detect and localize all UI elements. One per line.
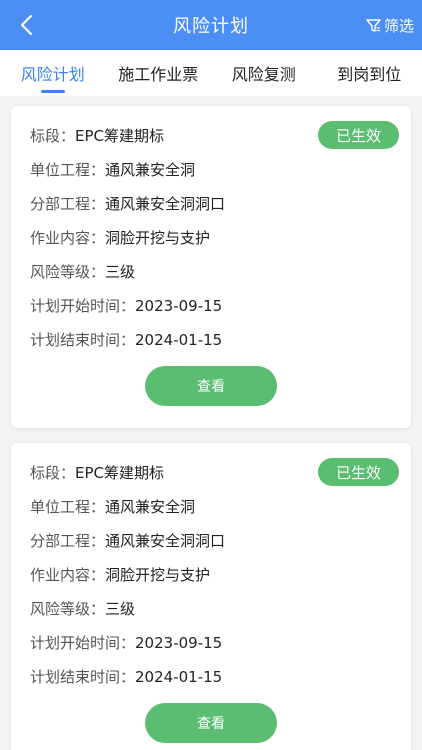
field-label: 计划结束时间： [30,331,136,349]
field-section: 标段：EPC筹建期标 [30,125,164,146]
field-plan-start: 计划开始时间：2023-09-15 [30,295,222,316]
field-label: 分部工程： [30,195,106,213]
field-value: 通风兼安全洞 [105,498,196,516]
page-title: 风险计划 [173,16,249,37]
view-button[interactable]: 查看 [145,366,277,406]
field-label: 计划开始时间： [30,297,136,315]
chevron-left-icon [20,14,33,36]
field-risk-level: 风险等级：三级 [30,598,135,619]
field-sub-project: 分部工程：通风兼安全洞洞口 [30,193,225,214]
app-header: 风险计划 筛选 [0,0,422,50]
field-value: 2023-09-15 [135,297,223,315]
field-label: 风险等级： [30,263,106,281]
field-unit-project: 单位工程：通风兼安全洞 [30,159,195,180]
view-button[interactable]: 查看 [145,703,277,743]
field-value: 通风兼安全洞洞口 [105,195,226,213]
field-value: 三级 [105,600,136,618]
filter-button[interactable]: 筛选 [366,12,414,38]
tab-work-ticket[interactable]: 施工作业票 [106,50,212,96]
field-plan-end: 计划结束时间：2024-01-15 [30,329,222,350]
status-badge: 已生效 [318,121,399,149]
field-value: 2024-01-15 [135,668,223,686]
funnel-icon [366,18,381,32]
field-value: 2023-09-15 [135,634,223,652]
field-label: 标段： [30,464,76,482]
field-plan-end: 计划结束时间：2024-01-15 [30,666,222,687]
field-value: 2024-01-15 [135,331,223,349]
field-unit-project: 单位工程：通风兼安全洞 [30,496,195,517]
field-value: 三级 [105,263,136,281]
field-label: 风险等级： [30,600,106,618]
status-badge: 已生效 [318,458,399,486]
risk-plan-card: 已生效 标段：EPC筹建期标 单位工程：通风兼安全洞 分部工程：通风兼安全洞洞口… [11,443,411,750]
field-label: 标段： [30,127,76,145]
tab-risk-plan[interactable]: 风险计划 [0,50,106,96]
risk-plan-list[interactable]: 已生效 标段：EPC筹建期标 单位工程：通风兼安全洞 分部工程：通风兼安全洞洞口… [0,96,422,750]
field-plan-start: 计划开始时间：2023-09-15 [30,632,222,653]
field-label: 计划开始时间： [30,634,136,652]
field-label: 单位工程： [30,161,106,179]
field-label: 计划结束时间： [30,668,136,686]
field-label: 作业内容： [30,566,106,584]
field-work-content: 作业内容：洞脸开挖与支护 [30,227,210,248]
tab-on-duty[interactable]: 到岗到位 [317,50,422,96]
field-label: 作业内容： [30,229,106,247]
field-sub-project: 分部工程：通风兼安全洞洞口 [30,530,225,551]
tab-risk-retest[interactable]: 风险复测 [211,50,317,96]
field-label: 单位工程： [30,498,106,516]
field-value: 洞脸开挖与支护 [105,229,211,247]
field-value: 通风兼安全洞 [105,161,196,179]
tab-bar: 风险计划 施工作业票 风险复测 到岗到位 [0,50,422,96]
field-value: EPC筹建期标 [75,464,165,482]
field-value: EPC筹建期标 [75,127,165,145]
field-value: 通风兼安全洞洞口 [105,532,226,550]
field-label: 分部工程： [30,532,106,550]
back-button[interactable] [10,8,44,42]
field-work-content: 作业内容：洞脸开挖与支护 [30,564,210,585]
field-risk-level: 风险等级：三级 [30,261,135,282]
field-section: 标段：EPC筹建期标 [30,462,164,483]
field-value: 洞脸开挖与支护 [105,566,211,584]
risk-plan-card: 已生效 标段：EPC筹建期标 单位工程：通风兼安全洞 分部工程：通风兼安全洞洞口… [11,106,411,428]
filter-label: 筛选 [383,16,414,35]
